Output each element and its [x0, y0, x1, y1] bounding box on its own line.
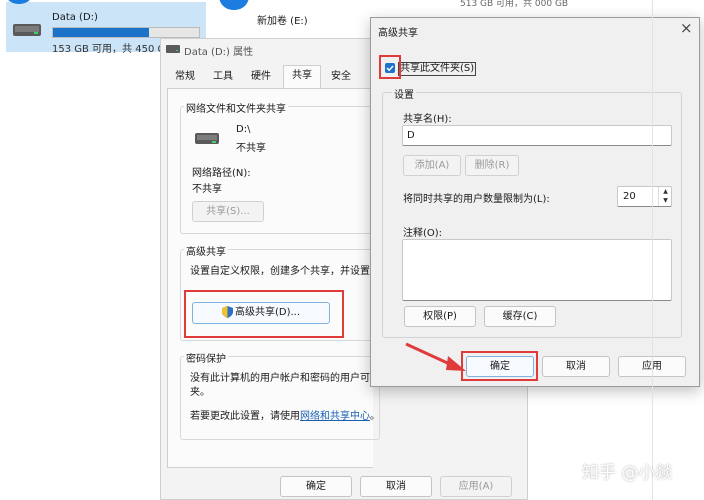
- drive-d-name: Data (D:): [52, 12, 98, 23]
- drive-d-usage-fill: [53, 28, 150, 37]
- drive-e-name: 新加卷 (E:): [257, 16, 308, 27]
- network-sharing-center-link[interactable]: 网络和共享中心: [300, 411, 370, 422]
- share-name-input[interactable]: D: [402, 125, 672, 146]
- cache-button[interactable]: 缓存(C): [484, 306, 556, 327]
- red-arrow-annotation: [404, 340, 468, 374]
- drive-d-usage-bar: [52, 27, 200, 38]
- highlight-ok-button: [461, 351, 538, 381]
- drive-e-icon: [219, 0, 249, 10]
- shared-drive-icon: [194, 130, 220, 148]
- tab-tools[interactable]: 工具: [206, 67, 240, 87]
- share-folder-label[interactable]: 共享此文件夹(S): [398, 62, 477, 76]
- comment-textarea[interactable]: [402, 239, 672, 301]
- spin-down-icon[interactable]: ▼: [659, 196, 672, 205]
- user-limit-value: 20: [623, 191, 636, 202]
- advanced-sharing-description: 设置自定义权限，创建多个共享，并设置其: [190, 266, 372, 277]
- user-limit-label: 将同时共享的用户数量限制为(L):: [403, 194, 550, 205]
- add-share-button[interactable]: 添加(A): [403, 155, 461, 176]
- tab-hardware[interactable]: 硬件: [244, 67, 278, 87]
- settings-heading: 设置: [392, 86, 416, 101]
- password-description-line1: 没有此计算机的用户帐户和密码的用户可以: [190, 373, 372, 384]
- properties-cancel-button[interactable]: 取消: [360, 476, 432, 497]
- tab-general[interactable]: 常规: [168, 67, 202, 87]
- share-name-value: D: [407, 130, 415, 141]
- advanced-cancel-button[interactable]: 取消: [542, 356, 610, 377]
- tab-sharing[interactable]: 共享: [283, 65, 321, 89]
- password-description-line2: 夹。: [190, 387, 210, 398]
- advanced-dialog-title: 高级共享: [378, 28, 418, 39]
- network-share-heading: 网络文件和文件夹共享: [184, 100, 288, 115]
- network-path-label: 网络路径(N):: [192, 168, 251, 179]
- password-change-prefix: 若要更改此设置，请使用: [190, 411, 300, 422]
- drive-share-status: 不共享: [236, 143, 266, 154]
- drive-label: D:\: [236, 124, 251, 135]
- comment-label: 注释(O):: [403, 228, 443, 239]
- drive-e-space: 513 GB 可用，共 000 GB: [460, 0, 569, 9]
- properties-title: Data (D:) 属性: [184, 47, 254, 58]
- properties-ok-button[interactable]: 确定: [280, 476, 352, 497]
- share-name-label: 共享名(H):: [403, 114, 452, 125]
- highlight-advanced-button: [184, 290, 344, 338]
- watermark: 知乎 @小燚: [582, 463, 673, 483]
- advanced-sharing-heading: 高级共享: [184, 243, 228, 258]
- user-limit-spinner[interactable]: ▲ ▼: [658, 187, 672, 206]
- highlight-share-checkbox: [379, 55, 401, 79]
- password-change-suffix: 。: [370, 411, 380, 422]
- password-change-text: 若要更改此设置，请使用网络和共享中心。: [190, 407, 380, 422]
- remove-share-button[interactable]: 删除(R): [465, 155, 519, 176]
- drive-d-space: 153 GB 可用，共 450 GB: [52, 44, 173, 55]
- spin-up-icon[interactable]: ▲: [659, 187, 672, 196]
- drive-tile-e[interactable]: 新加卷 (E:): [215, 0, 375, 32]
- tab-security[interactable]: 安全: [324, 67, 358, 87]
- drive-icon: [12, 20, 42, 40]
- properties-drive-icon: [166, 44, 180, 54]
- properties-apply-button[interactable]: 应用(A): [440, 476, 512, 497]
- background-window-edge: [652, 0, 653, 500]
- permissions-button[interactable]: 权限(P): [404, 306, 476, 327]
- close-icon[interactable]: ×: [680, 19, 693, 37]
- network-path-value: 不共享: [192, 184, 222, 195]
- share-button[interactable]: 共享(S)...: [192, 201, 264, 222]
- password-protection-heading: 密码保护: [184, 350, 228, 365]
